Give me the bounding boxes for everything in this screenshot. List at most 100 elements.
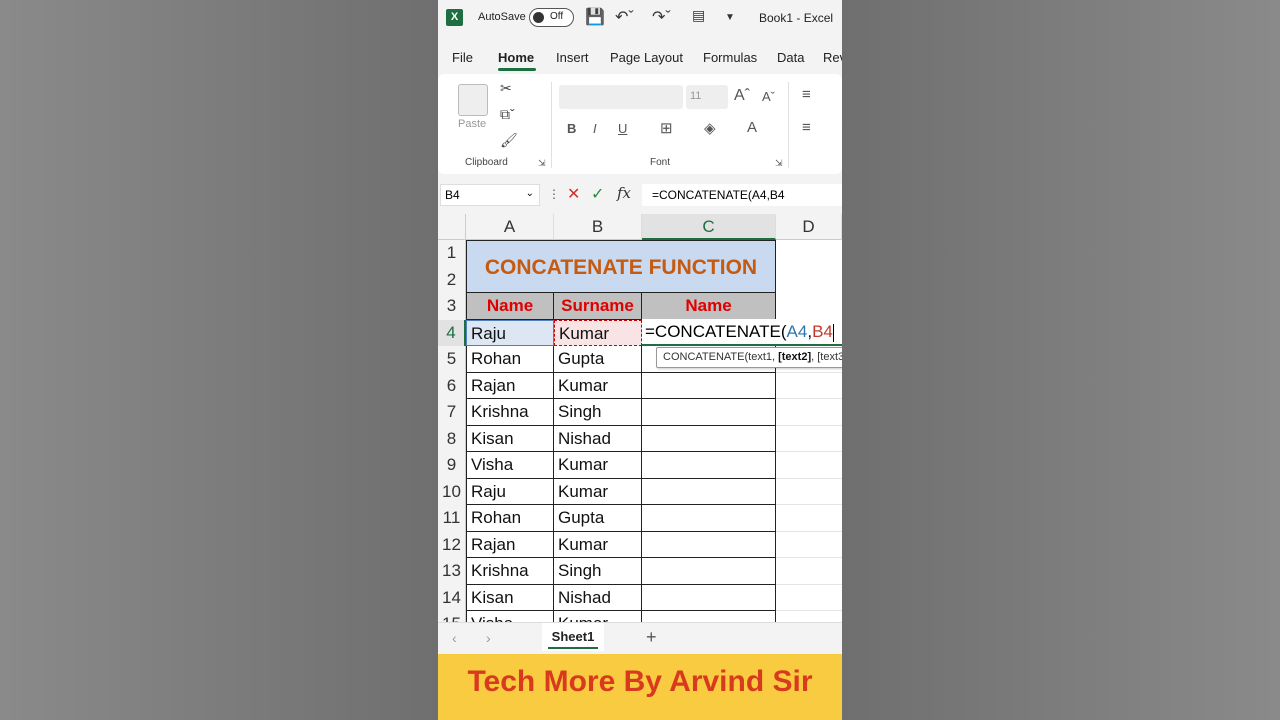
italic-icon[interactable]: I	[593, 121, 597, 136]
sheet-title-cell[interactable]: CONCATENATE FUNCTION	[466, 240, 776, 293]
full-name-cell[interactable]	[642, 425, 776, 452]
tab-file[interactable]: File	[452, 50, 473, 65]
surname-cell[interactable]: Nishad	[554, 425, 642, 452]
chevron-left-icon[interactable]: ‹	[452, 630, 457, 646]
first-name-cell[interactable]: Raju	[466, 319, 554, 346]
redo-icon[interactable]: ↷ˇ	[652, 7, 671, 27]
row-header[interactable]: 6	[438, 372, 466, 399]
customize-toolbar-icon[interactable]: ▼	[725, 12, 735, 23]
surname-cell[interactable]: Kumar	[554, 319, 642, 346]
empty-cell[interactable]	[776, 611, 842, 622]
header-cell-full-name[interactable]: Name	[642, 293, 776, 320]
empty-cell[interactable]	[776, 399, 842, 426]
save-icon[interactable]: 💾	[585, 7, 605, 27]
more-options-icon[interactable]: ⋮	[548, 187, 560, 201]
formula-input[interactable]: =CONCATENATE(A4,B4	[642, 184, 842, 206]
clipboard-launcher-icon[interactable]: ⇲	[538, 158, 546, 169]
first-name-cell[interactable]: Kisan	[466, 584, 554, 611]
font-launcher-icon[interactable]: ⇲	[775, 158, 783, 169]
empty-cell[interactable]	[776, 373, 842, 399]
align-top-icon[interactable]: ≡	[802, 86, 811, 103]
undo-icon[interactable]: ↶ˇ	[615, 7, 634, 27]
empty-cell[interactable]	[776, 426, 842, 452]
font-family-dropdown[interactable]	[559, 85, 683, 109]
surname-cell[interactable]: Gupta	[554, 346, 642, 373]
row-header[interactable]: 2	[438, 266, 466, 293]
full-name-cell[interactable]	[642, 478, 776, 505]
empty-cell[interactable]	[776, 585, 842, 611]
surname-cell[interactable]: Singh	[554, 399, 642, 426]
cancel-icon[interactable]: ✕	[567, 184, 580, 204]
empty-cell[interactable]	[776, 532, 842, 558]
first-name-cell[interactable]: Visha	[466, 611, 554, 622]
full-name-cell[interactable]	[642, 505, 776, 532]
surname-cell[interactable]: Nishad	[554, 584, 642, 611]
tab-home[interactable]: Home	[498, 50, 534, 65]
first-name-cell[interactable]: Rajan	[466, 372, 554, 399]
tab-formulas[interactable]: Formulas	[703, 50, 757, 65]
row-header[interactable]: 7	[438, 399, 466, 426]
underline-icon[interactable]: U	[618, 121, 627, 136]
paste-icon[interactable]	[458, 84, 488, 116]
column-header-d[interactable]: D	[776, 214, 842, 240]
full-name-cell[interactable]	[642, 452, 776, 479]
surname-cell[interactable]: Kumar	[554, 611, 642, 622]
first-name-cell[interactable]: Rohan	[466, 505, 554, 532]
active-formula-cell[interactable]: =CONCATENATE(A4,B4	[642, 319, 842, 346]
format-painter-icon[interactable]: 🖌	[500, 132, 518, 149]
font-color-icon[interactable]: A	[747, 119, 757, 136]
fill-color-icon[interactable]: ◈	[704, 119, 716, 137]
name-box[interactable]: B4 ⌄	[440, 184, 540, 206]
tab-page-layout[interactable]: Page Layout	[610, 50, 683, 65]
header-cell-name[interactable]: Name	[466, 293, 554, 320]
empty-cell[interactable]	[776, 558, 842, 585]
row-header[interactable]: 9	[438, 452, 466, 479]
row-header[interactable]: 15	[438, 611, 466, 622]
copy-icon[interactable]: ⧉ˇ	[500, 106, 515, 123]
select-all-corner[interactable]	[438, 214, 466, 240]
row-header[interactable]: 12	[438, 531, 466, 558]
bold-icon[interactable]: B	[567, 121, 576, 136]
row-header[interactable]: 4	[438, 319, 466, 346]
empty-cell[interactable]	[776, 505, 842, 532]
surname-cell[interactable]: Kumar	[554, 452, 642, 479]
first-name-cell[interactable]: Visha	[466, 452, 554, 479]
header-cell-surname[interactable]: Surname	[554, 293, 642, 320]
cut-icon[interactable]: ✂	[500, 80, 512, 97]
align-left-icon[interactable]: ≡	[802, 119, 811, 136]
row-header[interactable]: 13	[438, 558, 466, 585]
surname-cell[interactable]: Singh	[554, 558, 642, 585]
tab-data[interactable]: Data	[777, 50, 804, 65]
first-name-cell[interactable]: Raju	[466, 478, 554, 505]
enter-icon[interactable]: ✓	[591, 184, 604, 204]
row-header[interactable]: 3	[438, 293, 466, 320]
first-name-cell[interactable]: Rohan	[466, 346, 554, 373]
empty-cell[interactable]	[776, 452, 842, 479]
first-name-cell[interactable]: Kisan	[466, 425, 554, 452]
surname-cell[interactable]: Kumar	[554, 478, 642, 505]
row-header[interactable]: 8	[438, 425, 466, 452]
surname-cell[interactable]: Gupta	[554, 505, 642, 532]
full-name-cell[interactable]	[642, 558, 776, 585]
column-header-a[interactable]: A	[466, 214, 554, 240]
tab-review[interactable]: Rev	[823, 50, 842, 65]
decrease-font-icon[interactable]: Aˇ	[762, 89, 775, 104]
full-name-cell[interactable]	[642, 584, 776, 611]
column-header-c[interactable]: C	[642, 214, 776, 240]
first-name-cell[interactable]: Rajan	[466, 531, 554, 558]
row-header[interactable]: 1	[438, 240, 466, 267]
empty-cell[interactable]	[776, 479, 842, 505]
full-name-cell[interactable]	[642, 611, 776, 622]
first-name-cell[interactable]: Krishna	[466, 399, 554, 426]
first-name-cell[interactable]: Krishna	[466, 558, 554, 585]
tab-insert[interactable]: Insert	[556, 50, 589, 65]
autosave-toggle[interactable]: Off	[529, 8, 574, 27]
form-icon[interactable]: ▤	[692, 7, 705, 24]
row-header[interactable]: 14	[438, 584, 466, 611]
surname-cell[interactable]: Kumar	[554, 372, 642, 399]
borders-icon[interactable]: ⊞	[660, 119, 673, 137]
increase-font-icon[interactable]: Aˆ	[734, 87, 750, 105]
font-size-dropdown[interactable]: 11	[686, 85, 728, 109]
full-name-cell[interactable]	[642, 372, 776, 399]
insert-function-icon[interactable]: fx	[617, 184, 631, 202]
